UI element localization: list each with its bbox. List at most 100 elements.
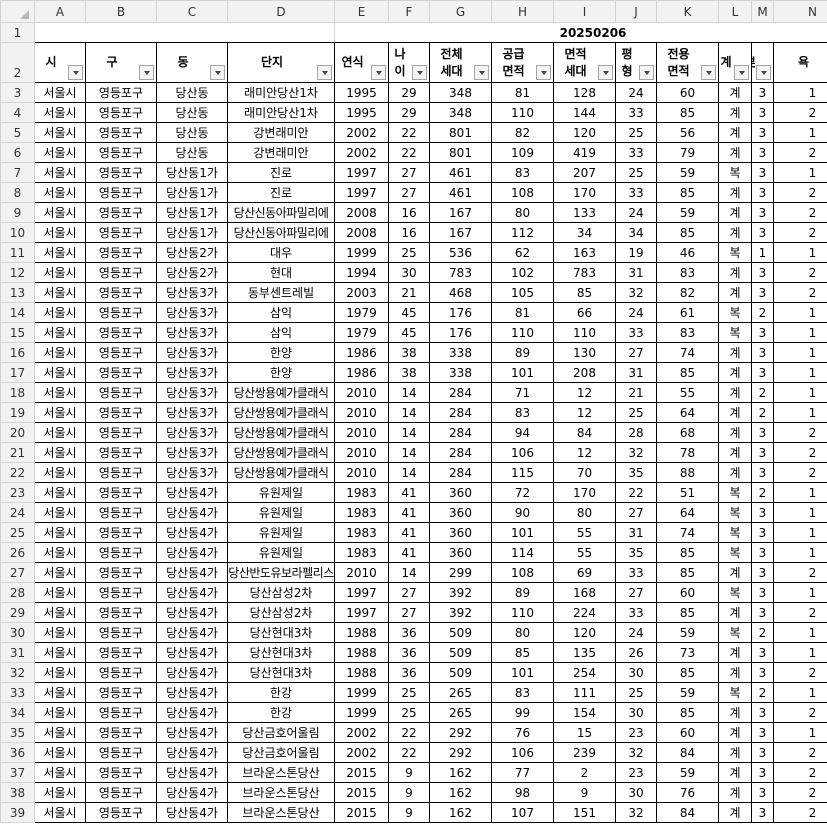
cell[interactable]: 2015 — [334, 762, 389, 783]
cell[interactable]: 서울시 — [34, 642, 86, 663]
cell[interactable]: 338 — [429, 362, 492, 383]
cell[interactable]: 101 — [491, 362, 554, 383]
cell[interactable]: 61 — [656, 302, 719, 323]
cell[interactable]: 영등포구 — [85, 122, 157, 143]
cell[interactable]: 2 — [773, 102, 827, 123]
cell[interactable]: 2010 — [334, 422, 389, 443]
cell[interactable]: 3 — [751, 322, 774, 343]
cell[interactable]: 1999 — [334, 702, 389, 723]
row-header[interactable]: 30 — [0, 622, 35, 643]
cell[interactable]: 162 — [429, 762, 492, 783]
cell[interactable]: 89 — [491, 342, 554, 363]
cell[interactable]: 85 — [656, 222, 719, 243]
cell[interactable]: 복 — [718, 522, 752, 543]
cell[interactable]: 1 — [773, 522, 827, 543]
cell[interactable]: 2 — [773, 222, 827, 243]
column-header[interactable]: B — [85, 0, 157, 23]
cell[interactable]: 영등포구 — [85, 502, 157, 523]
cell[interactable]: 292 — [429, 722, 492, 743]
cell[interactable]: 서울시 — [34, 722, 86, 743]
cell[interactable]: 2002 — [334, 122, 389, 143]
spreadsheet-view[interactable]: A B C D E F G H I J K L M N 1 20250206 2 시 구 동 단지 연식 나이 전체 세대 공급… — [0, 0, 827, 838]
row-header[interactable]: 19 — [0, 402, 35, 423]
cell[interactable]: 2 — [773, 782, 827, 803]
cell[interactable]: 당산동4가 — [156, 742, 228, 763]
cell[interactable]: 복 — [718, 482, 752, 503]
cell[interactable]: 239 — [553, 742, 616, 763]
row-header[interactable]: 33 — [0, 682, 35, 703]
cell[interactable]: 23 — [615, 762, 657, 783]
cell[interactable]: 당산동3가 — [156, 342, 228, 363]
cell[interactable]: 서울시 — [34, 262, 86, 283]
cell[interactable]: 영등포구 — [85, 402, 157, 423]
cell[interactable]: 서울시 — [34, 762, 86, 783]
cell[interactable]: 당산반도유보라펠리스 — [227, 562, 335, 583]
cell[interactable]: 3 — [751, 102, 774, 123]
cell[interactable]: 당산동4가 — [156, 502, 228, 523]
cell[interactable]: 영등포구 — [85, 542, 157, 563]
cell[interactable]: 영등포구 — [85, 202, 157, 223]
cell[interactable]: 1 — [751, 242, 774, 263]
row-header[interactable]: 21 — [0, 442, 35, 463]
cell[interactable]: 복 — [718, 682, 752, 703]
row-header[interactable]: 16 — [0, 342, 35, 363]
cell[interactable]: 3 — [751, 82, 774, 103]
cell[interactable]: 삼익 — [227, 302, 335, 323]
row-header[interactable]: 15 — [0, 322, 35, 343]
cell[interactable]: 85 — [656, 602, 719, 623]
cell[interactable]: 영등포구 — [85, 482, 157, 503]
cell[interactable]: 복 — [718, 162, 752, 183]
cell[interactable]: 서울시 — [34, 422, 86, 443]
cell[interactable]: 85 — [656, 362, 719, 383]
cell[interactable]: 22 — [388, 142, 430, 163]
cell[interactable]: 27 — [388, 162, 430, 183]
date-cell[interactable]: 20250206 — [334, 22, 827, 43]
cell[interactable]: 3 — [751, 602, 774, 623]
cell[interactable]: 유원제일 — [227, 482, 335, 503]
cell[interactable]: 영등포구 — [85, 582, 157, 603]
cell[interactable]: 106 — [491, 742, 554, 763]
cell[interactable]: 392 — [429, 602, 492, 623]
cell[interactable]: 복 — [718, 302, 752, 323]
cell[interactable]: 당산현대3차 — [227, 622, 335, 643]
cell[interactable]: 서울시 — [34, 582, 86, 603]
row-header[interactable]: 39 — [0, 802, 35, 823]
cell[interactable]: 85 — [656, 542, 719, 563]
cell[interactable]: 35 — [615, 542, 657, 563]
row-header[interactable]: 37 — [0, 762, 35, 783]
cell[interactable]: 14 — [388, 382, 430, 403]
cell[interactable]: 14 — [388, 422, 430, 443]
cell[interactable]: 284 — [429, 442, 492, 463]
cell[interactable]: 74 — [656, 522, 719, 543]
cell[interactable]: 1997 — [334, 582, 389, 603]
cell[interactable]: 55 — [553, 522, 616, 543]
column-header[interactable]: D — [227, 0, 335, 23]
cell[interactable]: 154 — [553, 702, 616, 723]
cell[interactable]: 73 — [656, 642, 719, 663]
cell[interactable]: 계 — [718, 362, 752, 383]
cell[interactable]: 21 — [388, 282, 430, 303]
cell[interactable]: 한양 — [227, 342, 335, 363]
cell[interactable]: 2 — [751, 482, 774, 503]
cell[interactable]: 71 — [491, 382, 554, 403]
row-header[interactable]: 6 — [0, 142, 35, 163]
cell[interactable]: 41 — [388, 542, 430, 563]
cell[interactable]: 1 — [773, 82, 827, 103]
cell[interactable]: 서울시 — [34, 162, 86, 183]
row-header[interactable]: 13 — [0, 282, 35, 303]
row-header[interactable]: 25 — [0, 522, 35, 543]
cell[interactable]: 당산삼성2차 — [227, 602, 335, 623]
cell[interactable]: 계 — [718, 402, 752, 423]
cell[interactable]: 영등포구 — [85, 102, 157, 123]
cell[interactable]: 당산동4가 — [156, 702, 228, 723]
cell[interactable]: 1 — [773, 542, 827, 563]
cell[interactable]: 162 — [429, 782, 492, 803]
cell[interactable]: 392 — [429, 582, 492, 603]
cell[interactable]: 영등포구 — [85, 362, 157, 383]
cell[interactable]: 영등포구 — [85, 462, 157, 483]
cell[interactable]: 영등포구 — [85, 802, 157, 823]
cell[interactable]: 151 — [553, 802, 616, 823]
cell[interactable]: 31 — [615, 262, 657, 283]
row-header[interactable]: 18 — [0, 382, 35, 403]
cell[interactable]: 36 — [388, 642, 430, 663]
